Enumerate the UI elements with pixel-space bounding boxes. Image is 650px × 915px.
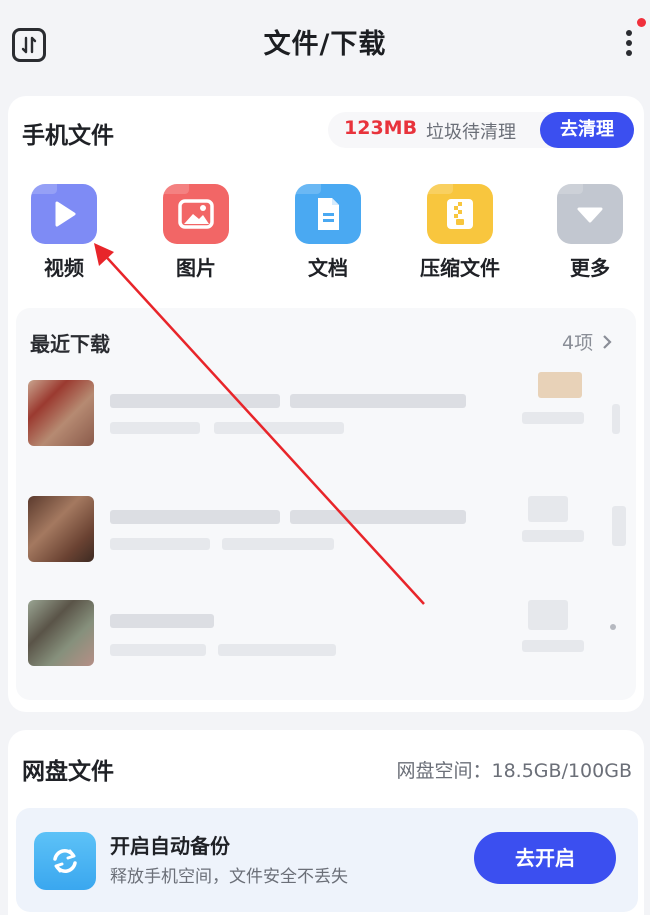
blurred-filename <box>110 510 280 524</box>
blurred-meta <box>110 538 210 550</box>
blurred-meta <box>110 422 200 434</box>
blurred-action <box>522 530 584 542</box>
blurred-filename <box>110 394 280 408</box>
blurred-filename <box>290 510 466 524</box>
backup-subtitle: 释放手机空间，文件安全不丢失 <box>110 867 348 887</box>
category-more[interactable]: 更多 <box>554 184 626 281</box>
list-item[interactable] <box>28 372 624 454</box>
archive-glyph <box>447 199 473 229</box>
phone-files-title: 手机文件 <box>22 123 114 149</box>
sync-glyph <box>53 849 77 873</box>
page-title: 文件/下载 <box>263 29 387 60</box>
recent-downloads-count[interactable]: 4项 <box>562 328 613 355</box>
list-item[interactable] <box>28 600 624 674</box>
image-glyph <box>178 199 214 229</box>
document-glyph <box>318 198 339 230</box>
more-dot <box>626 30 632 36</box>
clean-button[interactable]: 去清理 <box>540 112 634 148</box>
blurred-action <box>528 600 568 630</box>
video-icon <box>31 184 97 244</box>
category-label: 视频 <box>44 256 84 280</box>
file-thumbnail <box>28 496 94 562</box>
cloud-space-usage: 网盘空间：18.5GB/100GB <box>396 760 633 782</box>
cloud-files-card: 网盘文件 网盘空间：18.5GB/100GB 开启自动备份 释放手机空间，文件安… <box>8 730 644 915</box>
blurred-meta <box>110 644 206 656</box>
archive-icon <box>427 184 493 244</box>
recent-count-text: 4项 <box>562 332 594 354</box>
blurred-meta <box>222 538 334 550</box>
auto-backup-banner: 开启自动备份 释放手机空间，文件安全不丢失 去开启 <box>16 808 638 912</box>
junk-label: 垃圾待清理 <box>426 122 516 143</box>
sync-icon <box>34 832 96 890</box>
category-label: 图片 <box>176 256 216 280</box>
blurred-action <box>528 496 568 522</box>
junk-cleanup-pill: 123MB 垃圾待清理 去清理 <box>328 112 634 148</box>
category-label: 更多 <box>570 256 610 280</box>
blurred-action <box>522 640 584 652</box>
junk-size: 123MB <box>344 117 418 139</box>
blurred-action <box>612 404 620 434</box>
enable-backup-button[interactable]: 去开启 <box>474 832 616 884</box>
blurred-action <box>538 372 582 398</box>
more-glyph <box>577 207 603 223</box>
more-dot <box>626 40 632 46</box>
cloud-files-title: 网盘文件 <box>22 759 114 785</box>
blurred-action <box>610 624 616 630</box>
list-item[interactable] <box>28 496 626 570</box>
category-image[interactable]: 图片 <box>160 184 232 281</box>
blurred-action <box>612 506 626 546</box>
category-archive[interactable]: 压缩文件 <box>410 184 510 281</box>
image-icon <box>163 184 229 244</box>
category-video[interactable]: 视频 <box>28 184 100 281</box>
notification-dot <box>637 18 646 27</box>
file-thumbnail <box>28 380 94 446</box>
category-label: 文档 <box>308 256 348 280</box>
more-chevron-icon <box>557 184 623 244</box>
chevron-right-icon <box>601 333 613 355</box>
video-glyph <box>55 201 76 227</box>
blurred-filename <box>290 394 466 408</box>
more-dot <box>626 50 632 56</box>
blurred-filename <box>110 614 214 628</box>
document-icon <box>295 184 361 244</box>
recent-downloads-title: 最近下载 <box>30 332 110 356</box>
blurred-action <box>522 412 584 424</box>
blurred-meta <box>218 644 336 656</box>
recent-downloads: 最近下载 4项 <box>16 308 636 700</box>
top-bar: 文件/下载 <box>0 0 650 92</box>
more-vertical-icon[interactable] <box>620 26 638 66</box>
category-label: 压缩文件 <box>420 256 500 280</box>
backup-title: 开启自动备份 <box>110 834 230 858</box>
category-document[interactable]: 文档 <box>292 184 364 281</box>
file-thumbnail <box>28 600 94 666</box>
phone-files-card: 手机文件 123MB 垃圾待清理 去清理 视频 图片 文档 压缩文件 更多 最近… <box>8 96 644 712</box>
blurred-meta <box>214 422 344 434</box>
